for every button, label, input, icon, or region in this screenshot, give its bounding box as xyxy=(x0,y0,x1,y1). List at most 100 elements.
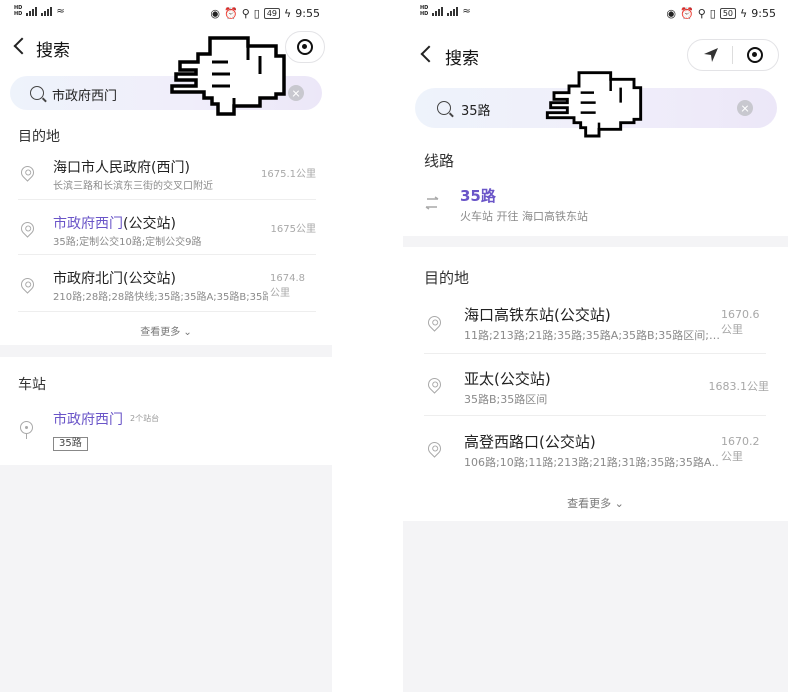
distance-value: 1670.6 xyxy=(721,308,760,321)
divider xyxy=(424,415,766,416)
list-item[interactable]: 市政府北门(公交站) 210路;28路;28路快线;35路;35路A;35路B;… xyxy=(0,260,332,312)
left-screen: HD HD ≈ ◉ ⏰ ⚲ ▯ 49 ϟ 9:55 搜索 市政府西门 目的地 海… xyxy=(0,0,332,692)
location-icon: ⚲ xyxy=(241,7,250,20)
page-title: 搜索 xyxy=(445,49,479,69)
item-subtitle: 106路;10路;11路;213路;21路;31路;35路;35路A… xyxy=(464,456,720,469)
item-distance: 1674.8 公里 xyxy=(270,271,310,301)
station-item[interactable]: 市政府西门 2个站台 35路 xyxy=(0,405,332,455)
see-more-link[interactable]: 查看更多 ⌄ xyxy=(403,495,788,511)
pointing-hand-cursor-icon xyxy=(545,71,643,138)
charging-icon: ϟ xyxy=(284,7,292,20)
route-name: 35路 xyxy=(460,187,496,205)
clear-icon[interactable] xyxy=(288,85,304,101)
item-distance: 1670.2 公里 xyxy=(721,434,761,464)
divider xyxy=(424,353,766,354)
target-icon[interactable] xyxy=(747,47,764,63)
item-subtitle: 35路B;35路区间 xyxy=(464,393,548,406)
battery-icon: 49 xyxy=(263,8,281,19)
item-name: 亚太(公交站) xyxy=(464,370,551,388)
signal-icon xyxy=(26,6,38,16)
distance-unit: 公里 xyxy=(721,323,743,336)
list-item[interactable]: 亚太(公交站) 35路B;35路区间 1683.1公里 xyxy=(403,360,788,416)
vibrate-icon: ▯ xyxy=(253,7,260,20)
station-name: 市政府西门 xyxy=(53,409,123,429)
eye-icon: ◉ xyxy=(666,7,677,20)
distance-unit: 公里 xyxy=(270,288,290,299)
eye-icon: ◉ xyxy=(210,7,221,20)
signal-icon xyxy=(41,6,53,16)
status-right: ◉ ⏰ ⚲ ▯ 50 ϟ 9:55 xyxy=(666,7,776,20)
item-distance: 1683.1公里 xyxy=(703,379,770,394)
item-name: 海口市人民政府(西门) xyxy=(53,157,190,177)
item-name-rest: (公交站) xyxy=(123,216,176,232)
alarm-icon: ⏰ xyxy=(680,7,694,20)
list-item[interactable]: 海口市人民政府(西门) 长滨三路和长滨东三街的交叉口附近 1675.1公里 xyxy=(0,152,332,200)
clear-icon[interactable] xyxy=(737,100,753,116)
search-input[interactable]: 市政府西门 xyxy=(52,85,117,104)
signal-icon xyxy=(447,6,459,16)
pointing-hand-cursor-icon xyxy=(170,36,286,116)
signal-icons: HD HD ≈ xyxy=(14,5,65,17)
list-item[interactable]: 高登西路口(公交站) 106路;10路;11路;213路;21路;31路;35路… xyxy=(403,424,788,478)
distance-value: 1670.2 xyxy=(721,435,760,448)
divider xyxy=(18,199,316,200)
status-bar: HD HD ≈ ◉ ⏰ ⚲ ▯ 50 ϟ 9:55 xyxy=(403,0,788,28)
capsule-divider xyxy=(732,46,734,64)
clock: 9:55 xyxy=(295,7,320,20)
clock: 9:55 xyxy=(751,7,776,20)
station-name-text: 市政府西门 xyxy=(53,412,123,428)
location-pin-icon xyxy=(425,313,444,332)
item-name: 海口高铁东站(公交站) xyxy=(464,306,611,324)
section-title-destinations: 目的地 xyxy=(424,269,470,287)
location-pin-icon xyxy=(425,375,444,394)
route-icon xyxy=(425,196,439,210)
item-subtitle: 210路;28路;28路快线;35路;35路A;35路B;35路… xyxy=(53,292,268,303)
item-name: 市政府西门(公交站) xyxy=(53,213,176,233)
item-name-highlight: 市政府西门 xyxy=(53,216,123,232)
hd-icon: HD HD xyxy=(420,5,429,17)
location-pin-icon xyxy=(18,275,37,294)
wifi-icon: ≈ xyxy=(462,5,471,17)
search-icon xyxy=(30,86,44,100)
item-distance: 1675.1公里 xyxy=(261,169,316,180)
search-input[interactable]: 35路 xyxy=(461,100,491,119)
target-icon[interactable] xyxy=(297,39,313,55)
divider xyxy=(18,311,316,312)
location-pin-icon xyxy=(425,439,444,458)
status-bar: HD HD ≈ ◉ ⏰ ⚲ ▯ 49 ϟ 9:55 xyxy=(0,0,332,28)
section-title-stations: 车站 xyxy=(18,377,46,393)
item-subtitle: 35路;定制公交10路;定制公交9路 xyxy=(53,237,202,248)
vibrate-icon: ▯ xyxy=(709,7,716,20)
platform-count: 2个站台 xyxy=(130,414,160,423)
route-item[interactable]: 35路 火车站 开往 海口高铁东站 xyxy=(403,180,788,228)
location-pin-icon xyxy=(18,163,37,182)
distance-unit: 公里 xyxy=(721,450,743,463)
charging-icon: ϟ xyxy=(740,7,748,20)
item-distance: 1675公里 xyxy=(270,224,316,235)
hd-icon: HD HD xyxy=(14,5,23,17)
section-title-destinations: 目的地 xyxy=(18,129,60,145)
mini-program-capsule[interactable] xyxy=(687,39,779,71)
signal-icon xyxy=(432,6,444,16)
search-icon xyxy=(437,101,451,115)
alarm-icon: ⏰ xyxy=(224,7,238,20)
page-title: 搜索 xyxy=(36,41,70,61)
signal-icons: HD HD ≈ xyxy=(420,5,471,17)
see-more-link[interactable]: 查看更多 ⌄ xyxy=(0,323,332,338)
item-name-rest: 海口市人民政府(西门) xyxy=(53,160,190,176)
back-icon[interactable] xyxy=(417,44,437,64)
route-direction: 火车站 开往 海口高铁东站 xyxy=(460,210,588,223)
route-tag[interactable]: 35路 xyxy=(53,437,88,451)
mini-program-capsule[interactable] xyxy=(285,31,325,63)
list-item[interactable]: 市政府西门(公交站) 35路;定制公交10路;定制公交9路 1675公里 xyxy=(0,205,332,255)
right-screen: HD HD ≈ ◉ ⏰ ⚲ ▯ 50 ϟ 9:55 搜索 35路 线路 35路 … xyxy=(403,0,788,692)
distance-value: 1674.8 xyxy=(270,273,305,284)
location-icon: ⚲ xyxy=(697,7,706,20)
section-title-routes: 线路 xyxy=(424,152,455,170)
back-icon[interactable] xyxy=(10,36,30,56)
bus-stop-icon xyxy=(20,421,33,434)
list-item[interactable]: 海口高铁东站(公交站) 11路;213路;21路;35路;35路A;35路B;3… xyxy=(403,298,788,354)
item-name: 市政府北门(公交站) xyxy=(53,268,176,288)
navigation-arrow-icon[interactable] xyxy=(703,47,719,63)
divider xyxy=(18,254,316,255)
